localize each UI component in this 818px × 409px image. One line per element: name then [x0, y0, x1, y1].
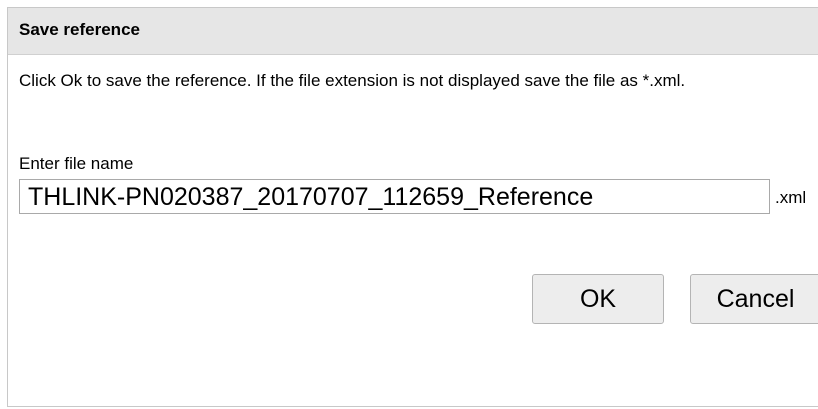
dialog-message: Click Ok to save the reference. If the f… — [19, 71, 686, 90]
dialog-title: Save reference — [19, 20, 140, 39]
filename-label: Enter file name — [19, 154, 134, 173]
dialog-titlebar[interactable]: Save reference — [8, 8, 818, 55]
cancel-button[interactable]: Cancel — [690, 274, 818, 324]
ok-button[interactable]: OK — [532, 274, 664, 324]
filename-input[interactable] — [19, 179, 770, 214]
save-reference-dialog: Save reference Click Ok to save the refe… — [7, 7, 818, 407]
file-extension-label: .xml — [775, 188, 807, 207]
